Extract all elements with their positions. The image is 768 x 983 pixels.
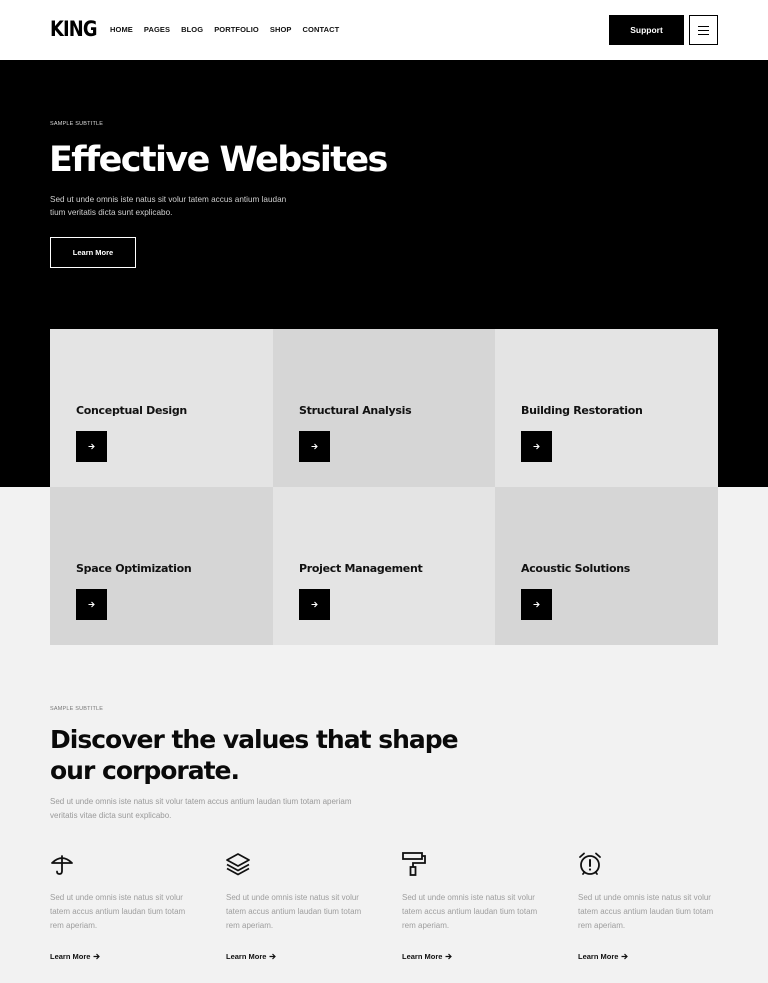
feature-learn-more-link[interactable]: Learn More: [402, 952, 453, 961]
nav-blog[interactable]: BLOG: [181, 25, 203, 34]
support-button[interactable]: Support: [609, 15, 684, 45]
service-arrow-button[interactable]: [521, 431, 552, 462]
hero-subtitle: SAMPLE SUBTITLE: [50, 121, 104, 127]
nav-contact[interactable]: CONTACT: [303, 25, 340, 34]
service-arrow-button[interactable]: [76, 589, 107, 620]
umbrella-icon: [51, 855, 73, 875]
service-card-building-restoration: Building Restoration: [495, 329, 718, 487]
nav-pages[interactable]: PAGES: [144, 25, 170, 34]
hero-description: Sed ut unde omnis iste natus sit volur t…: [50, 195, 287, 217]
services-grid: Conceptual Design Structural Analysis Bu…: [50, 329, 718, 645]
service-card-structural-analysis: Structural Analysis: [273, 329, 495, 487]
nav-portfolio[interactable]: PORTFOLIO: [214, 25, 259, 34]
service-arrow-button[interactable]: [521, 589, 552, 620]
menu-button[interactable]: [689, 15, 718, 45]
service-title: Space Optimization: [76, 562, 192, 575]
values-description: Sed ut unde omnis iste natus sit volur t…: [50, 797, 352, 820]
hero-learn-more-button[interactable]: Learn More: [50, 237, 136, 268]
feature-learn-more-link[interactable]: Learn More: [578, 952, 629, 961]
hero-title: Effective Websites: [49, 140, 388, 180]
site-logo[interactable]: KING: [50, 17, 98, 41]
service-card-acoustic-solutions: Acoustic Solutions: [495, 487, 718, 645]
service-arrow-button[interactable]: [299, 431, 330, 462]
service-title: Building Restoration: [521, 404, 643, 417]
main-nav: HOME PAGES BLOG PORTFOLIO SHOP CONTACT: [110, 25, 339, 34]
feature-text: Sed ut unde omnis iste natus sit volur t…: [578, 893, 714, 930]
features-row: Sed ut unde omnis iste natus sit volur t…: [50, 852, 718, 972]
feature-link-label: Learn More: [50, 952, 91, 961]
paint-roller-icon: [402, 852, 426, 876]
arrow-right-icon: [621, 953, 629, 960]
values-subtitle: SAMPLE SUBTITLE: [50, 706, 104, 712]
service-card-space-optimization: Space Optimization: [50, 487, 273, 645]
arrow-right-icon: [311, 601, 318, 608]
service-title: Project Management: [299, 562, 423, 575]
hamburger-icon: [698, 25, 709, 35]
arrow-right-icon: [269, 953, 277, 960]
values-title: Discover the values that shape our corpo…: [50, 725, 459, 785]
nav-home[interactable]: HOME: [110, 25, 133, 34]
layers-icon: [226, 853, 250, 876]
service-title: Structural Analysis: [299, 404, 412, 417]
feature-text: Sed ut unde omnis iste natus sit volur t…: [50, 893, 186, 930]
arrow-right-icon: [533, 443, 540, 450]
service-card-project-management: Project Management: [273, 487, 495, 645]
feature-learn-more-link[interactable]: Learn More: [50, 952, 101, 961]
arrow-right-icon: [533, 601, 540, 608]
alarm-clock-icon: [579, 852, 601, 875]
feature-learn-more-link[interactable]: Learn More: [226, 952, 277, 961]
arrow-right-icon: [93, 953, 101, 960]
service-arrow-button[interactable]: [299, 589, 330, 620]
site-header: KING HOME PAGES BLOG PORTFOLIO SHOP CONT…: [0, 0, 768, 60]
arrow-right-icon: [311, 443, 318, 450]
feature-link-label: Learn More: [402, 952, 443, 961]
feature-text: Sed ut unde omnis iste natus sit volur t…: [402, 893, 538, 930]
arrow-right-icon: [88, 443, 95, 450]
arrow-right-icon: [445, 953, 453, 960]
service-title: Acoustic Solutions: [521, 562, 630, 575]
nav-shop[interactable]: SHOP: [270, 25, 292, 34]
feature-link-label: Learn More: [578, 952, 619, 961]
feature-link-label: Learn More: [226, 952, 267, 961]
service-title: Conceptual Design: [76, 404, 187, 417]
service-card-conceptual-design: Conceptual Design: [50, 329, 273, 487]
service-arrow-button[interactable]: [76, 431, 107, 462]
arrow-right-icon: [88, 601, 95, 608]
feature-text: Sed ut unde omnis iste natus sit volur t…: [226, 893, 362, 930]
